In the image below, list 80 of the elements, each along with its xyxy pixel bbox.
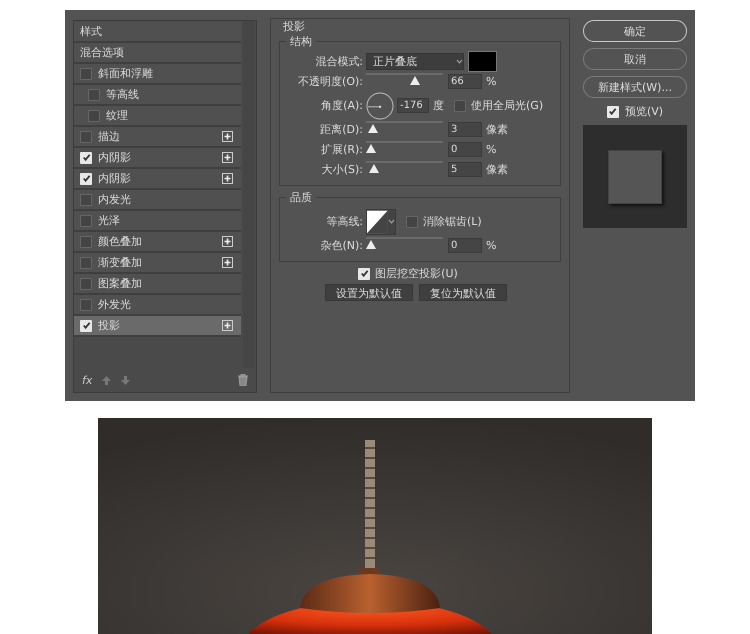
checkbox[interactable] (406, 216, 418, 228)
style-list-item[interactable]: 斜面和浮雕 (74, 64, 241, 85)
field-label: 角度(A): (320, 98, 364, 113)
checkbox[interactable] (80, 214, 92, 226)
style-list-item[interactable]: 混合选项 (74, 43, 241, 64)
style-list-item[interactable]: 图案叠加 (74, 274, 241, 295)
style-list-item[interactable]: 内阴影 (74, 169, 241, 190)
chevron-down-icon (388, 219, 395, 224)
slider-thumb[interactable] (369, 164, 380, 172)
style-list-item[interactable]: 描边 (74, 127, 241, 148)
slider-track[interactable] (366, 140, 443, 152)
value-field[interactable]: 66 (448, 74, 482, 89)
default-button[interactable]: 复位为默认值 (419, 284, 507, 301)
field-label: 等高线: (325, 214, 364, 229)
unit-label: % (486, 239, 496, 252)
style-list-item[interactable]: 内发光 (74, 190, 241, 211)
dialog-button[interactable]: 取消 (583, 48, 687, 70)
value-field[interactable]: 3 (448, 122, 482, 137)
trash-icon (238, 374, 248, 386)
checkbox[interactable] (88, 110, 100, 122)
checkbox[interactable] (80, 298, 92, 310)
value-field[interactable]: 5 (448, 162, 482, 177)
field-label: 杂色(N): (319, 238, 364, 253)
slider-thumb[interactable] (366, 240, 376, 248)
style-list-item[interactable]: 等高线 (74, 85, 241, 106)
checkbox-label: 使用全局光(G) (471, 98, 544, 113)
field-label: 距离(D): (319, 122, 364, 137)
style-list-item[interactable]: 样式 (74, 22, 241, 43)
fx-button[interactable]: fx (82, 374, 92, 386)
unit-label: % (486, 75, 496, 88)
default-button[interactable]: 设置为默认值 (325, 284, 413, 301)
style-list-item[interactable]: 渐变叠加 (74, 253, 241, 274)
arrow-up-icon (102, 376, 112, 384)
unit-label: 像素 (486, 122, 508, 137)
checkbox[interactable] (80, 194, 92, 206)
chevron-down-icon (456, 59, 463, 64)
section-title: 投影 (282, 19, 306, 34)
style-list-item[interactable]: 光泽 (74, 211, 241, 232)
style-list-item[interactable]: 纹理 (74, 106, 241, 127)
unit-label: 像素 (486, 162, 508, 177)
style-list-item[interactable]: 外发光 (74, 295, 241, 316)
dialog-button[interactable]: 确定 (583, 20, 687, 42)
checkbox-label: 预览(V) (624, 104, 664, 119)
checkbox[interactable] (80, 130, 92, 142)
value-field[interactable]: -176 (397, 98, 429, 113)
checkbox-label: 消除锯齿(L) (423, 214, 482, 229)
color-swatch[interactable] (468, 51, 497, 72)
blend-mode-select[interactable]: 正片叠底 (366, 53, 464, 70)
unit-label: % (486, 143, 496, 156)
field-label: 大小(S): (320, 162, 364, 177)
dialog-button[interactable]: 新建样式(W)... (583, 76, 687, 98)
style-list-item[interactable]: 内阴影 (74, 148, 241, 169)
arrow-down-icon (121, 376, 130, 384)
field-label: 扩展(R): (320, 142, 364, 157)
slider-thumb[interactable] (368, 124, 378, 132)
checkbox[interactable] (80, 68, 92, 80)
checkbox[interactable] (80, 236, 92, 248)
group-title: 品质 (289, 190, 313, 205)
angle-dial[interactable] (366, 92, 394, 120)
preview-square (608, 150, 662, 204)
contour-picker[interactable] (366, 208, 396, 234)
slider-track[interactable] (366, 160, 443, 172)
slider-track[interactable] (366, 72, 443, 84)
unit-label: 度 (433, 98, 444, 113)
slider-thumb[interactable] (366, 144, 376, 152)
style-list-item[interactable]: 颜色叠加 (74, 232, 241, 253)
checkbox[interactable] (80, 256, 92, 268)
checkbox[interactable] (88, 88, 100, 100)
slider-track[interactable] (366, 236, 443, 248)
slider-thumb[interactable] (410, 76, 420, 84)
value-field[interactable]: 0 (448, 238, 482, 253)
checkbox-label: 图层挖空投影(U) (375, 266, 458, 281)
checkbox[interactable] (454, 100, 466, 112)
field-label: 不透明度(O): (297, 74, 364, 89)
style-list-item[interactable]: 投影 (74, 316, 241, 337)
slider-track[interactable] (366, 120, 443, 132)
field-label: 混合模式: (314, 54, 364, 69)
value-field[interactable]: 0 (448, 142, 482, 157)
checkbox[interactable] (80, 278, 92, 290)
group-title: 结构 (289, 34, 313, 49)
